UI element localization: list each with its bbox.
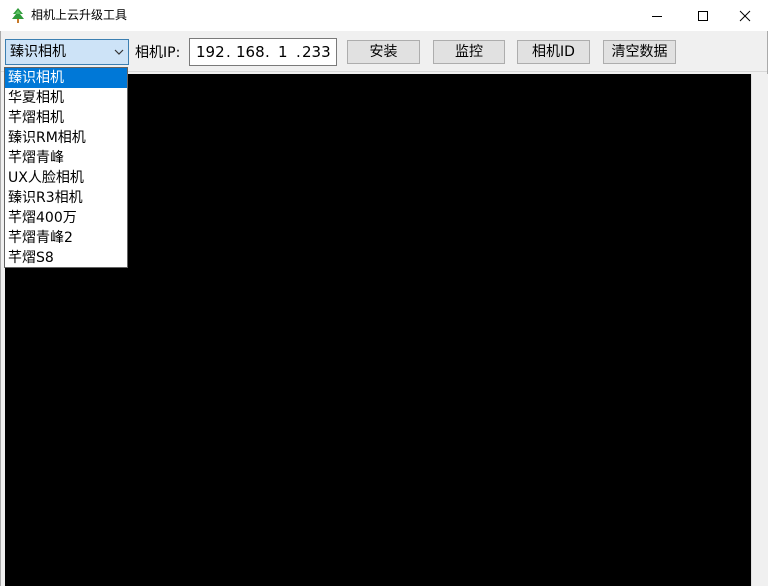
monitor-button[interactable]: 监控 (433, 40, 505, 64)
dropdown-item[interactable]: 芊熠青峰2 (5, 228, 127, 248)
camera-type-value: 臻识相机 (10, 44, 66, 60)
dropdown-item[interactable]: 臻识R3相机 (5, 188, 127, 208)
ip-dot: . (296, 43, 301, 61)
maximize-icon (698, 10, 708, 21)
minimize-button[interactable] (634, 0, 680, 31)
ip-octet-4[interactable]: 233 (302, 43, 331, 61)
minimize-icon (652, 15, 662, 17)
chevron-down-icon (113, 45, 125, 59)
camera-type-combobox[interactable]: 臻识相机 (5, 39, 129, 65)
dropdown-item[interactable]: UX人脸相机 (5, 168, 127, 188)
close-button[interactable] (722, 0, 768, 31)
tree-icon (9, 7, 27, 25)
ip-address-field[interactable]: 192 . 168 . 1 . 233 (189, 38, 337, 66)
install-button[interactable]: 安装 (347, 40, 420, 64)
ip-octet-1[interactable]: 192 (196, 43, 225, 61)
window-title: 相机上云升级工具 (31, 8, 128, 22)
ip-dot: . (265, 43, 270, 61)
ip-dot: . (226, 43, 231, 61)
vertical-scrollbar[interactable] (751, 74, 768, 586)
ip-label: 相机IP: (135, 45, 181, 61)
clear-data-button[interactable]: 清空数据 (603, 40, 676, 64)
title-bar: 相机上云升级工具 (0, 0, 768, 31)
ip-octet-3[interactable]: 1 (278, 43, 288, 61)
maximize-button[interactable] (680, 0, 726, 31)
dropdown-item[interactable]: 芊熠相机 (5, 108, 127, 128)
dropdown-item[interactable]: 臻识RM相机 (5, 128, 127, 148)
camera-id-button[interactable]: 相机ID (517, 40, 590, 64)
dropdown-item[interactable]: 臻识相机 (5, 68, 127, 88)
camera-type-dropdown-list[interactable]: 臻识相机 华夏相机 芊熠相机 臻识RM相机 芊熠青峰 UX人脸相机 臻识R3相机… (4, 67, 128, 268)
dropdown-item[interactable]: 华夏相机 (5, 88, 127, 108)
ip-octet-2[interactable]: 168 (236, 43, 265, 61)
dropdown-item[interactable]: 芊熠S8 (5, 248, 127, 268)
dropdown-item[interactable]: 芊熠青峰 (5, 148, 127, 168)
close-icon (739, 10, 751, 21)
dropdown-item[interactable]: 芊熠400万 (5, 208, 127, 228)
